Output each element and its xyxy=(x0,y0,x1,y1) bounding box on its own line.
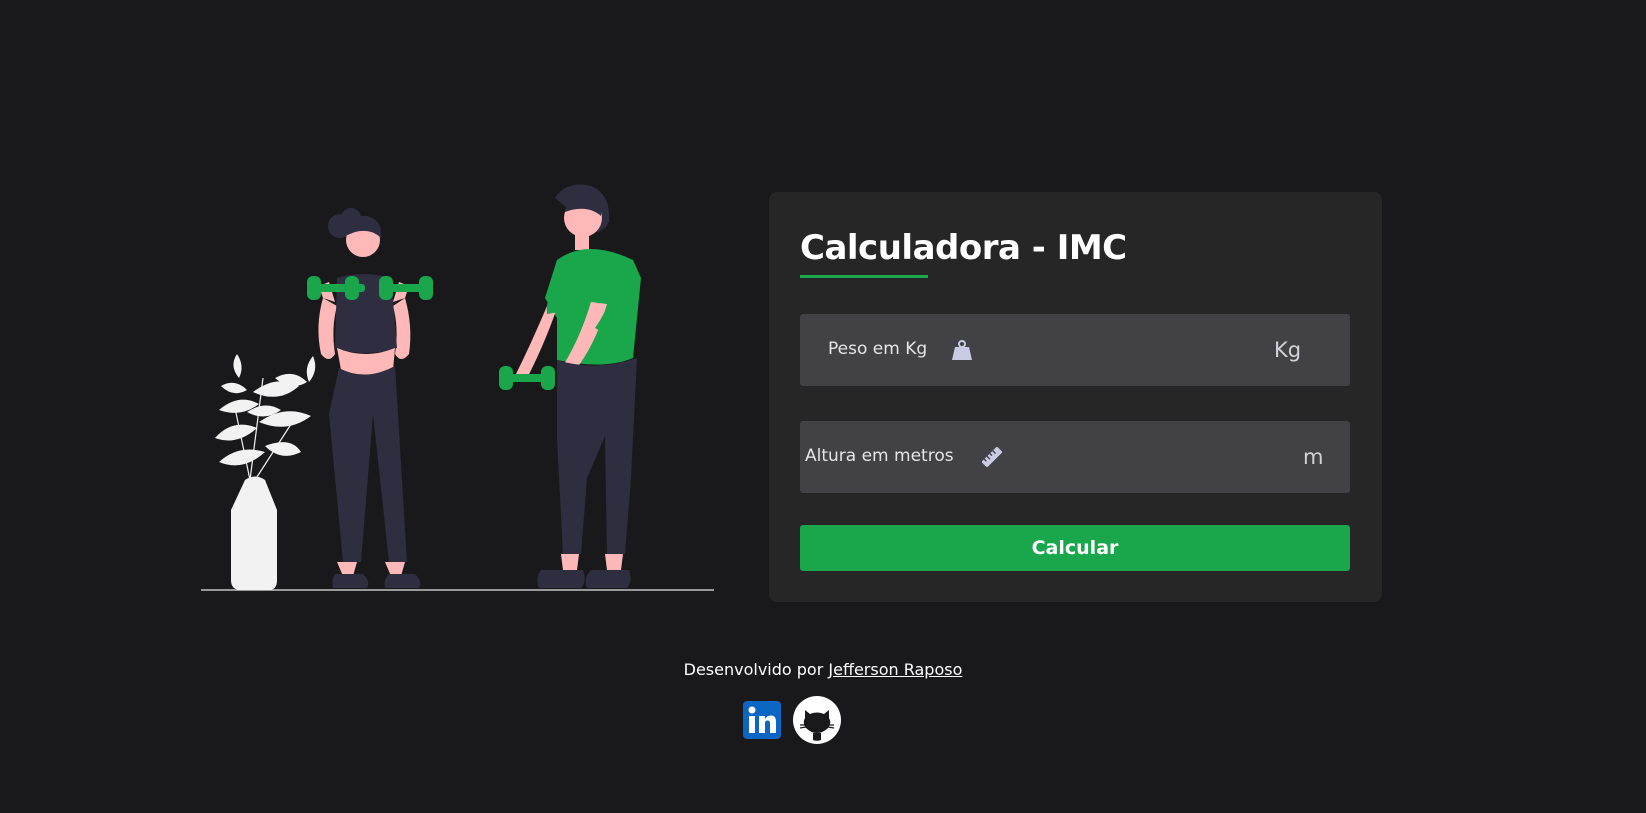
linkedin-link[interactable] xyxy=(743,701,781,739)
calculate-button[interactable]: Calcular xyxy=(800,525,1350,571)
height-label: Altura em metros xyxy=(805,446,954,466)
weight-input[interactable] xyxy=(990,328,1244,374)
workout-illustration xyxy=(201,184,714,591)
credit-prefix: Desenvolvido por xyxy=(683,660,829,679)
ruler-icon xyxy=(980,445,1004,469)
author-link[interactable]: Jefferson Raposo xyxy=(828,660,962,679)
weight-unit: Kg xyxy=(1274,338,1302,362)
title-underline xyxy=(800,275,928,278)
man-figure xyxy=(499,184,641,588)
height-input[interactable] xyxy=(1020,435,1274,481)
height-unit: m xyxy=(1303,445,1324,469)
bmi-calculator-card: Calculadora - IMC Peso em Kg Kg Altura e… xyxy=(769,192,1382,602)
plant xyxy=(215,354,316,590)
page-title: Calculadora - IMC xyxy=(800,228,1127,268)
weight-label: Peso em Kg xyxy=(828,339,928,359)
height-field[interactable]: Altura em metros m xyxy=(800,421,1350,493)
page: Calculadora - IMC Peso em Kg Kg Altura e… xyxy=(0,0,1646,813)
social-links xyxy=(743,696,841,744)
linkedin-icon xyxy=(743,701,781,739)
github-link[interactable] xyxy=(793,696,841,744)
footer-credit: Desenvolvido por Jefferson Raposo xyxy=(0,660,1646,679)
woman-figure xyxy=(307,208,433,588)
weight-field[interactable]: Peso em Kg Kg xyxy=(800,314,1350,386)
github-icon xyxy=(793,696,841,744)
weight-icon xyxy=(950,338,974,362)
